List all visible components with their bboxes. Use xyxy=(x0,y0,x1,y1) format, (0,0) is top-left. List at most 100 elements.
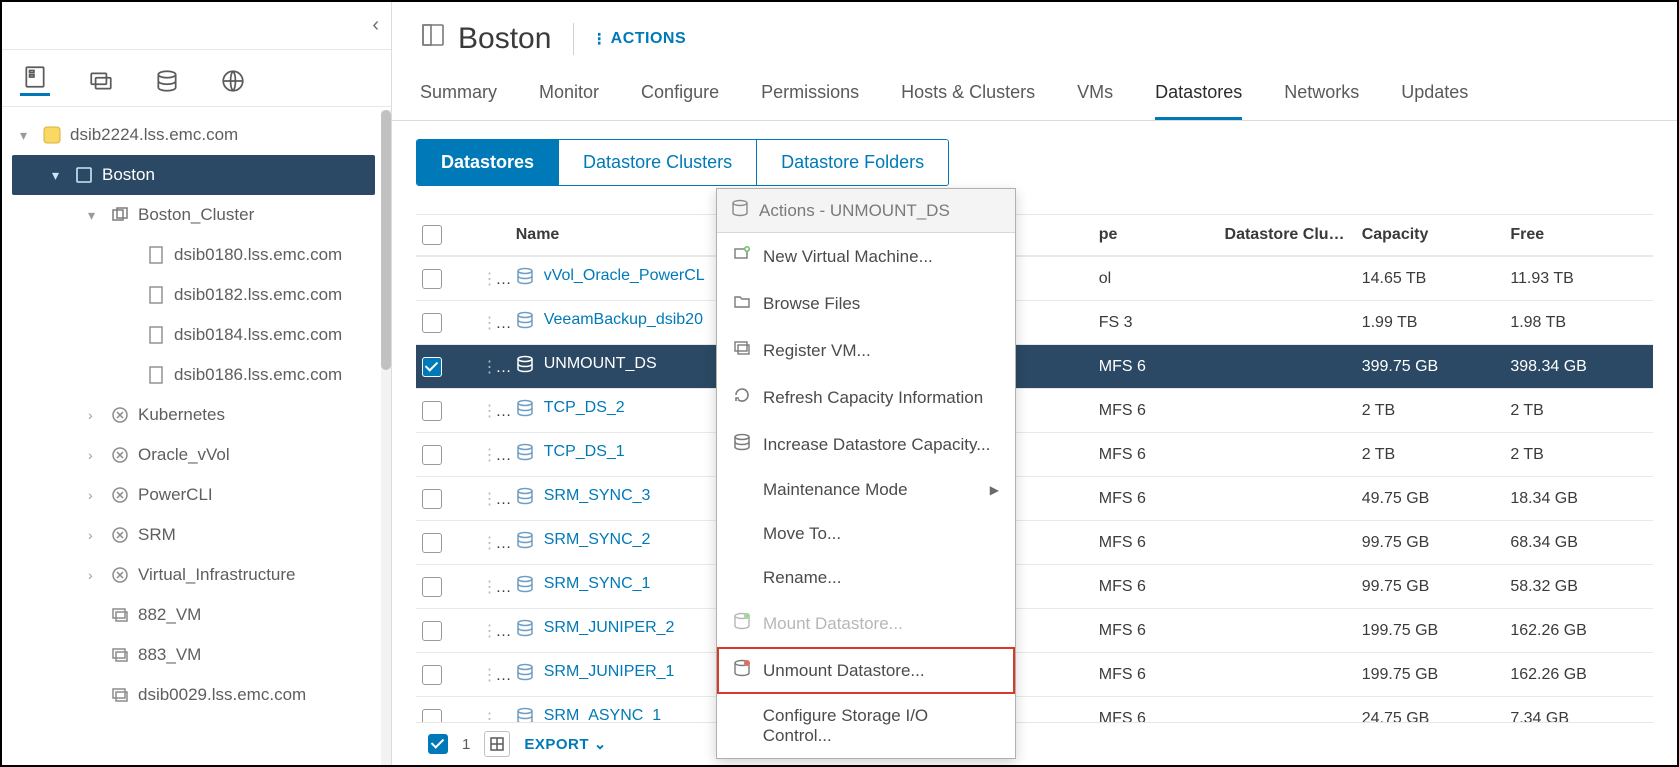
row-checkbox[interactable] xyxy=(422,621,442,641)
context-menu-item[interactable]: Move To... xyxy=(717,512,1015,556)
inventory-tab-storage-icon[interactable] xyxy=(152,66,182,96)
subtab-datastore-clusters[interactable]: Datastore Clusters xyxy=(559,140,757,185)
datastore-link[interactable]: UNMOUNT_DS xyxy=(516,355,657,373)
datastore-link[interactable]: TCP_DS_2 xyxy=(516,399,625,417)
context-menu-item[interactable]: Browse Files xyxy=(717,280,1015,327)
drag-handle-icon[interactable]: ⋮⋮ xyxy=(481,623,509,640)
sidebar-scrollbar[interactable] xyxy=(381,110,391,765)
tab-hosts-clusters[interactable]: Hosts & Clusters xyxy=(901,72,1035,120)
context-menu-item[interactable]: New Virtual Machine... xyxy=(717,233,1015,280)
tab-networks[interactable]: Networks xyxy=(1284,72,1359,120)
row-checkbox[interactable] xyxy=(422,313,442,333)
inventory-tab-vms-icon[interactable] xyxy=(86,66,116,96)
context-menu-label: Increase Datastore Capacity... xyxy=(763,435,990,455)
table-row[interactable]: ⋮⋮ SRM_JUNIPER_1 MFS 6 199.75 GB 162.26 … xyxy=(416,653,1653,697)
context-menu-item[interactable]: Refresh Capacity Information xyxy=(717,374,1015,421)
datastore-link[interactable]: VeeamBackup_dsib20 xyxy=(516,311,703,329)
export-button[interactable]: EXPORT ⌄ xyxy=(524,735,606,753)
col-header-type[interactable]: pe xyxy=(1093,215,1219,256)
table-row[interactable]: ⋮⋮ TCP_DS_1 MFS 6 2 TB 2 TB xyxy=(416,433,1653,477)
tree-node-resourcepool[interactable]: ›Oracle_vVol xyxy=(12,435,391,475)
datastore-link[interactable]: TCP_DS_1 xyxy=(516,443,625,461)
tree-node-cluster[interactable]: ▾ Boston_Cluster xyxy=(12,195,391,235)
cell-capacity: 49.75 GB xyxy=(1356,477,1505,521)
context-menu-item[interactable]: Rename... xyxy=(717,556,1015,600)
footer-grid-icon[interactable] xyxy=(484,731,510,757)
tree-node-datacenter[interactable]: ▾ Boston xyxy=(12,155,375,195)
col-header-free[interactable]: Free xyxy=(1504,215,1653,256)
datastore-link[interactable]: vVol_Oracle_PowerCL xyxy=(516,267,705,285)
drag-handle-icon[interactable]: ⋮⋮ xyxy=(481,667,509,684)
drag-handle-icon[interactable]: ⋮⋮ xyxy=(481,491,509,508)
tree-node-label: 883_VM xyxy=(138,645,201,665)
table-row[interactable]: ⋮⋮ SRM_SYNC_3 MFS 6 49.75 GB 18.34 GB xyxy=(416,477,1653,521)
tree-node-label: Boston xyxy=(102,165,155,185)
datastore-link[interactable]: SRM_JUNIPER_1 xyxy=(516,663,675,681)
datastore-link[interactable]: SRM_SYNC_2 xyxy=(516,531,651,549)
row-checkbox[interactable] xyxy=(422,357,442,377)
table-row[interactable]: ⋮⋮ vVol_Oracle_PowerCL ol 14.65 TB 11.93… xyxy=(416,256,1653,301)
table-row[interactable]: ⋮⋮ SRM_SYNC_2 MFS 6 99.75 GB 68.34 GB xyxy=(416,521,1653,565)
tree-node-resourcepool[interactable]: ›PowerCLI xyxy=(12,475,391,515)
col-select-all[interactable] xyxy=(416,215,475,256)
tree-node-vm[interactable]: 883_VM xyxy=(12,635,391,675)
col-header-capacity[interactable]: Capacity xyxy=(1356,215,1505,256)
context-menu-item[interactable]: Configure Storage I/O Control... xyxy=(717,694,1015,758)
subtab-datastore-folders[interactable]: Datastore Folders xyxy=(757,140,948,185)
subtab-datastores[interactable]: Datastores xyxy=(417,140,559,185)
col-header-cluster[interactable]: Datastore Cluster xyxy=(1219,215,1356,256)
row-checkbox[interactable] xyxy=(422,445,442,465)
tab-updates[interactable]: Updates xyxy=(1401,72,1468,120)
drag-handle-icon[interactable]: ⋮⋮ xyxy=(481,535,509,552)
row-checkbox[interactable] xyxy=(422,577,442,597)
table-row[interactable]: ⋮⋮ UNMOUNT_DS MFS 6 399.75 GB 398.34 GB xyxy=(416,345,1653,389)
table-row[interactable]: ⋮⋮ TCP_DS_2 MFS 6 2 TB 2 TB xyxy=(416,389,1653,433)
tree-node-host[interactable]: dsib0182.lss.emc.com xyxy=(12,275,391,315)
inventory-tab-networks-icon[interactable] xyxy=(218,66,248,96)
table-row[interactable]: ⋮⋮ SRM_SYNC_1 MFS 6 99.75 GB 58.32 GB xyxy=(416,565,1653,609)
row-checkbox[interactable] xyxy=(422,533,442,553)
tree-node-host[interactable]: dsib0184.lss.emc.com xyxy=(12,315,391,355)
drag-handle-icon[interactable]: ⋮⋮ xyxy=(481,403,509,420)
tab-monitor[interactable]: Monitor xyxy=(539,72,599,120)
inventory-tab-hosts-icon[interactable] xyxy=(20,66,50,96)
actions-menu-trigger[interactable]: ⁝ ACTIONS xyxy=(596,29,686,50)
tab-vms[interactable]: VMs xyxy=(1077,72,1113,120)
tab-datastores[interactable]: Datastores xyxy=(1155,72,1242,120)
table-row[interactable]: ⋮⋮ SRM_JUNIPER_2 MFS 6 199.75 GB 162.26 … xyxy=(416,609,1653,653)
context-menu-item[interactable]: Register VM... xyxy=(717,327,1015,374)
row-checkbox[interactable] xyxy=(422,665,442,685)
cell-type: FS 3 xyxy=(1093,301,1219,345)
context-menu-item[interactable]: Maintenance Mode▶ xyxy=(717,468,1015,512)
tree-node-resourcepool[interactable]: ›Kubernetes xyxy=(12,395,391,435)
tab-summary[interactable]: Summary xyxy=(420,72,497,120)
sidebar-collapse-icon[interactable]: ‹ xyxy=(372,14,379,37)
row-checkbox[interactable] xyxy=(422,489,442,509)
tree-node-vm[interactable]: dsib0029.lss.emc.com xyxy=(12,675,391,715)
tab-configure[interactable]: Configure xyxy=(641,72,719,120)
context-menu-item[interactable]: Increase Datastore Capacity... xyxy=(717,421,1015,468)
chevron-down-icon: ▾ xyxy=(88,207,102,224)
drag-handle-icon[interactable]: ⋮⋮ xyxy=(481,315,509,332)
tab-permissions[interactable]: Permissions xyxy=(761,72,859,120)
tree-node-resourcepool[interactable]: ›Virtual_Infrastructure xyxy=(12,555,391,595)
drag-handle-icon[interactable]: ⋮⋮ xyxy=(481,579,509,596)
datastore-icon xyxy=(516,311,534,329)
tree-node-resourcepool[interactable]: ›SRM xyxy=(12,515,391,555)
drag-handle-icon[interactable]: ⋮⋮ xyxy=(481,359,509,376)
datastore-link[interactable]: SRM_JUNIPER_2 xyxy=(516,619,675,637)
datastore-link[interactable]: SRM_SYNC_1 xyxy=(516,575,651,593)
drag-handle-icon[interactable]: ⋮⋮ xyxy=(481,271,509,288)
context-menu-title: Actions - UNMOUNT_DS xyxy=(717,189,1015,233)
tree-node-vcenter[interactable]: ▾ dsib2224.lss.emc.com xyxy=(12,115,391,155)
drag-handle-icon[interactable]: ⋮⋮ xyxy=(481,447,509,464)
datastore-link[interactable]: SRM_SYNC_3 xyxy=(516,487,651,505)
context-menu-item[interactable]: Unmount Datastore... xyxy=(717,647,1015,694)
table-row[interactable]: ⋮⋮ VeeamBackup_dsib20 FS 3 1.99 TB 1.98 … xyxy=(416,301,1653,345)
cell-capacity: 199.75 GB xyxy=(1356,653,1505,697)
tree-node-vm[interactable]: 882_VM xyxy=(12,595,391,635)
tree-node-host[interactable]: dsib0180.lss.emc.com xyxy=(12,235,391,275)
row-checkbox[interactable] xyxy=(422,269,442,289)
tree-node-host[interactable]: dsib0186.lss.emc.com xyxy=(12,355,391,395)
row-checkbox[interactable] xyxy=(422,401,442,421)
